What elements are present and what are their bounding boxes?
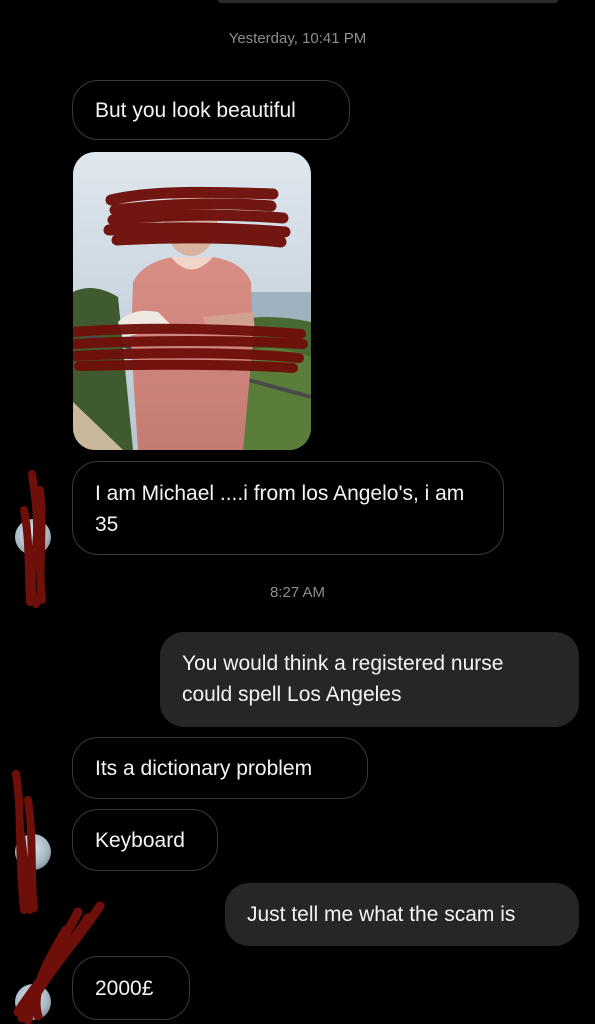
message-text: I am Michael ....i from los Angelo's, i …: [95, 482, 465, 536]
message-text: Its a dictionary problem: [95, 756, 313, 780]
message-text: 2000£: [95, 976, 154, 1000]
timestamp: 8:27 AM: [269, 584, 326, 601]
photo-image: [73, 152, 311, 450]
sender-avatar[interactable]: [15, 834, 51, 870]
sender-avatar[interactable]: [15, 519, 51, 555]
message-bubble-incoming[interactable]: But you look beautiful: [72, 80, 350, 140]
previous-message-edge: [218, 0, 558, 3]
message-bubble-incoming[interactable]: I am Michael ....i from los Angelo's, i …: [72, 461, 504, 555]
message-text: You would think a registered nurse could…: [182, 652, 504, 706]
message-bubble-incoming[interactable]: Keyboard: [72, 809, 218, 871]
timestamp: Yesterday, 10:41 PM: [228, 30, 367, 47]
message-text: Keyboard: [95, 828, 185, 852]
message-bubble-outgoing[interactable]: Just tell me what the scam is: [225, 883, 579, 946]
photo-message[interactable]: [73, 152, 311, 450]
message-text: Just tell me what the scam is: [247, 903, 516, 926]
message-text: But you look beautiful: [95, 98, 296, 122]
message-bubble-incoming[interactable]: Its a dictionary problem: [72, 737, 368, 799]
message-bubble-outgoing[interactable]: You would think a registered nurse could…: [160, 632, 579, 727]
message-bubble-incoming[interactable]: 2000£: [72, 956, 190, 1020]
sender-avatar[interactable]: [15, 984, 51, 1020]
